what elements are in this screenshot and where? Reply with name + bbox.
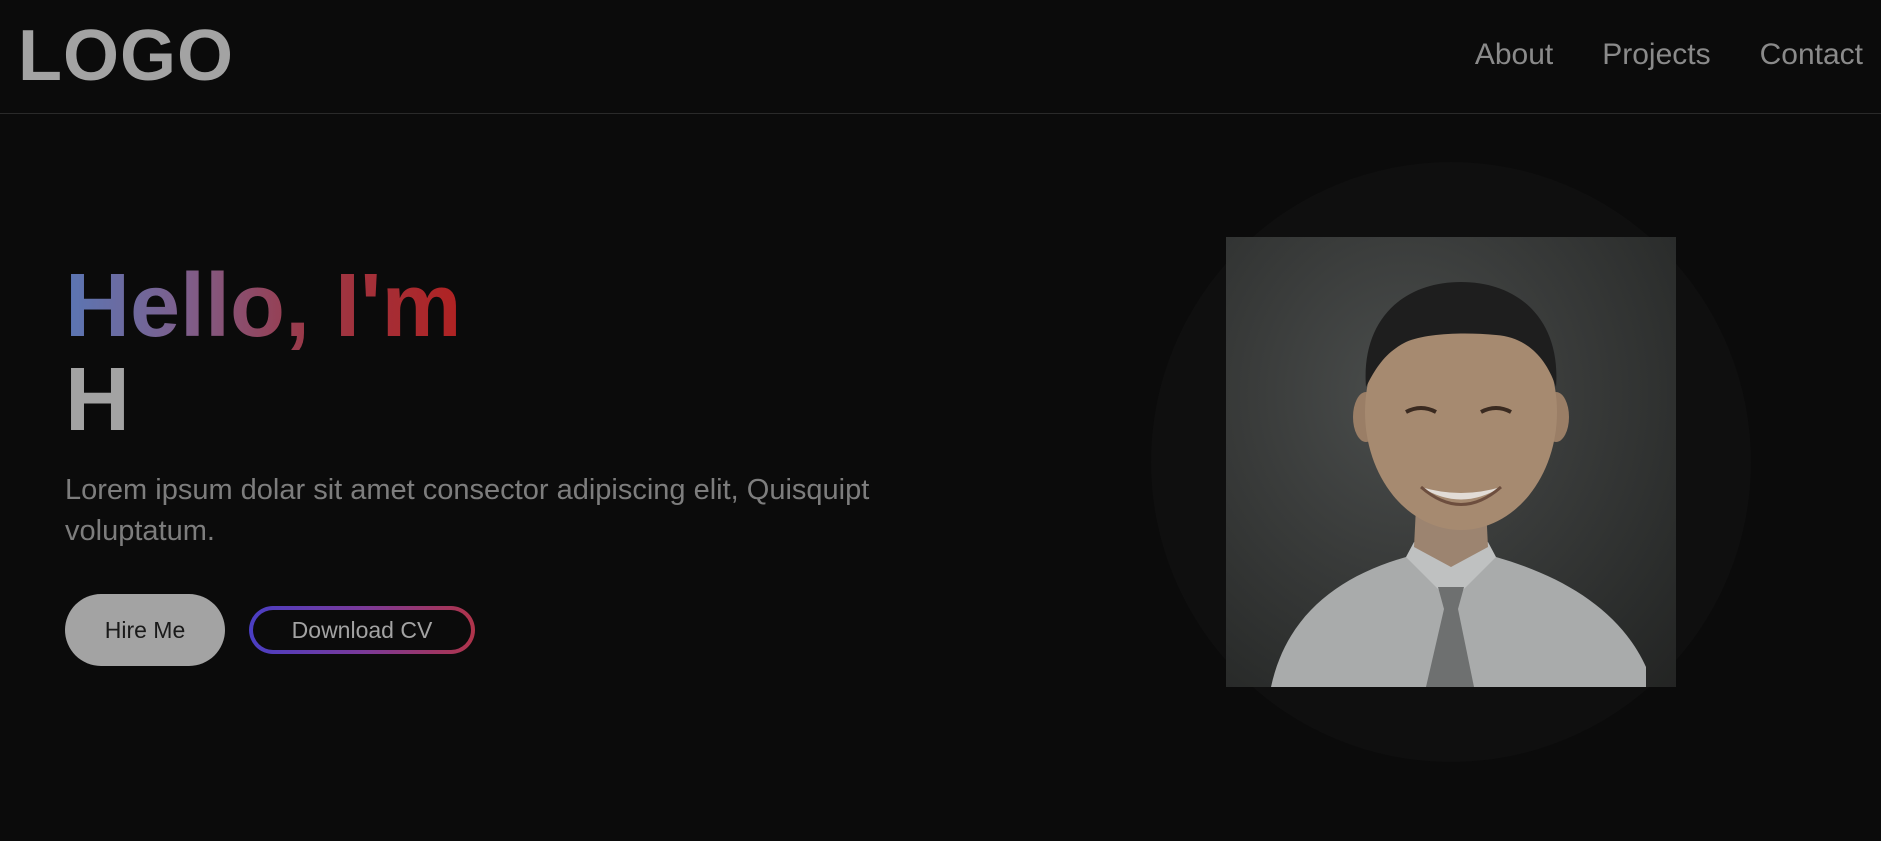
nav-link-projects[interactable]: Projects	[1602, 36, 1710, 74]
hero-section: Hello, I'm H Lorem ipsum dolar sit amet …	[65, 258, 995, 666]
cta-row: Hire Me Download CV	[65, 594, 995, 666]
nav-link-about[interactable]: About	[1475, 36, 1553, 74]
logo[interactable]: LOGO	[18, 14, 234, 98]
hire-me-button[interactable]: Hire Me	[65, 594, 225, 666]
navbar: LOGO About Projects Contact	[0, 0, 1881, 114]
profile-photo-illustration	[1271, 282, 1646, 687]
nav-link-contact[interactable]: Contact	[1760, 36, 1863, 74]
hero-greeting: Hello, I'm	[65, 256, 462, 356]
nav-links: About Projects Contact	[1475, 36, 1863, 74]
hero-tagline: Lorem ipsum dolar sit amet consector adi…	[65, 474, 870, 547]
download-cv-label: Download CV	[253, 610, 471, 650]
profile-photo	[1226, 237, 1676, 687]
download-cv-button[interactable]: Download CV	[249, 606, 475, 654]
hero-name: H	[65, 350, 130, 450]
